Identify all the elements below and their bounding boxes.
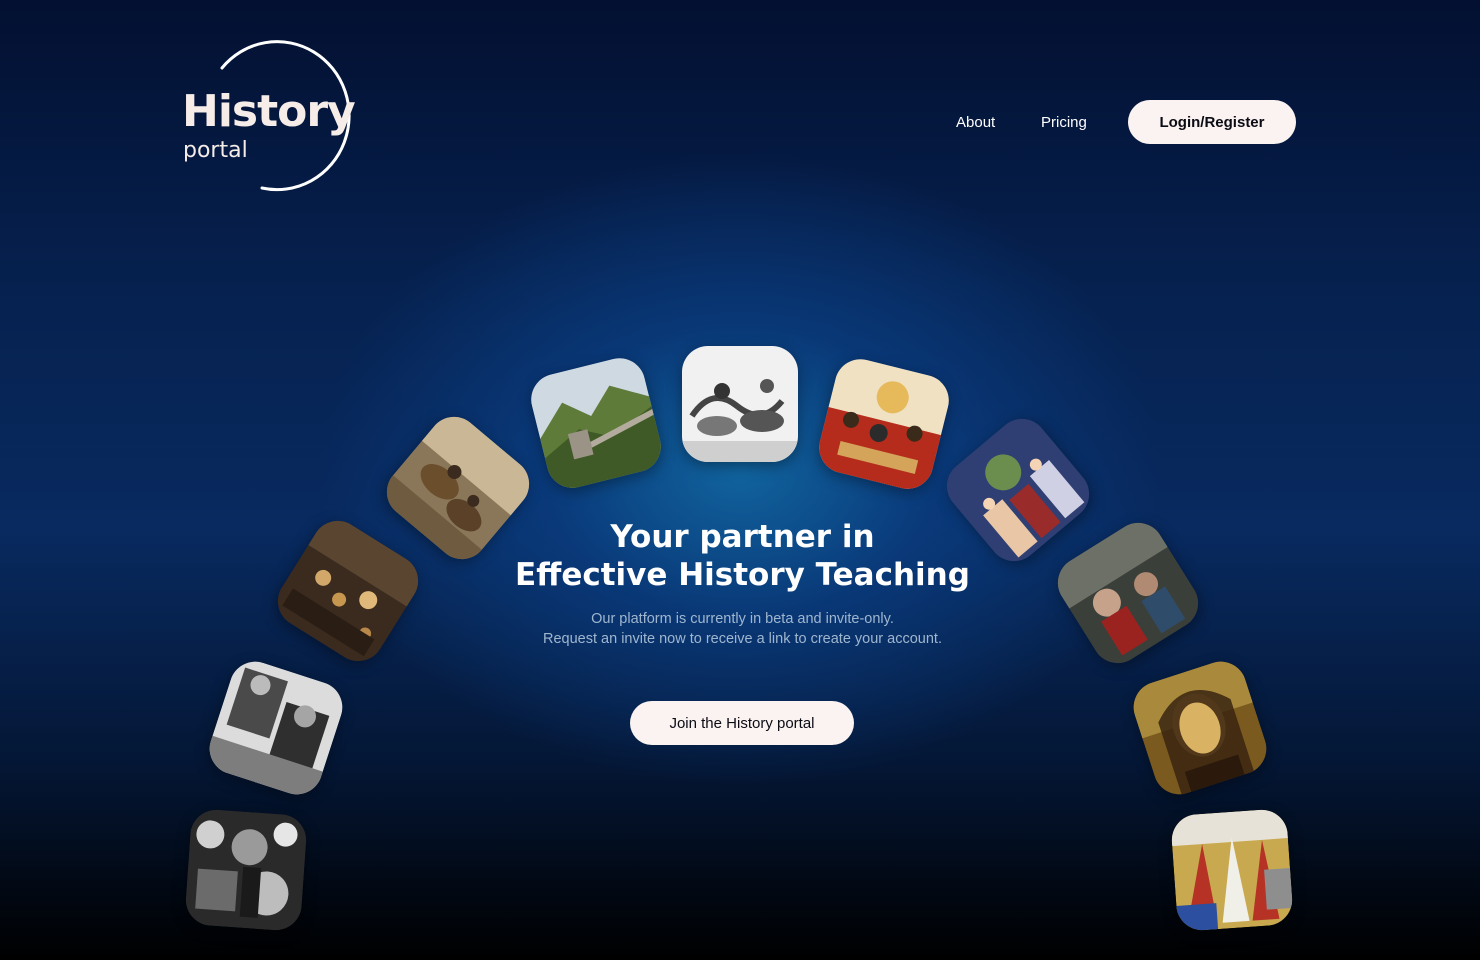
mona-lisa-image bbox=[1126, 654, 1274, 802]
hero-title: Your partner in Effective History Teachi… bbox=[440, 518, 1045, 594]
tile-cavalry-battle-engraving bbox=[682, 346, 798, 462]
tile-ww2-crowd-photo bbox=[184, 808, 308, 932]
asian-army-image bbox=[813, 353, 955, 495]
roman-arena-image bbox=[268, 511, 428, 671]
tile-procession-miniature bbox=[1170, 808, 1294, 932]
logo-subtitle: portal bbox=[183, 138, 248, 163]
logo[interactable]: History portal bbox=[182, 38, 372, 194]
ww2-crowd-image bbox=[184, 808, 308, 932]
join-portal-button[interactable]: Join the History portal bbox=[630, 701, 854, 745]
cavalry-battle-image bbox=[682, 346, 798, 462]
procession-image bbox=[1170, 808, 1294, 932]
tile-asian-army-painting bbox=[813, 353, 955, 495]
login-register-button[interactable]: Login/Register bbox=[1128, 100, 1296, 144]
tile-roman-arena-painting bbox=[268, 511, 428, 671]
hero-title-line1: Your partner in bbox=[610, 519, 875, 555]
ww2-officers-image bbox=[202, 654, 350, 802]
logo-title: History bbox=[182, 86, 356, 137]
hero-subtitle-line1: Our platform is currently in beta and in… bbox=[591, 611, 894, 627]
hero-title-line2: Effective History Teaching bbox=[515, 557, 970, 593]
renaissance-crowd-image bbox=[1048, 513, 1208, 673]
tile-great-wall-photo bbox=[525, 352, 667, 494]
top-nav: About Pricing Login/Register bbox=[940, 100, 1300, 144]
nav-about-link[interactable]: About bbox=[956, 114, 995, 131]
hero-subtitle: Our platform is currently in beta and in… bbox=[440, 609, 1045, 649]
tile-ww2-officers-photo bbox=[202, 654, 350, 802]
nav-pricing-link[interactable]: Pricing bbox=[1041, 114, 1087, 131]
tile-mona-lisa-painting bbox=[1126, 654, 1274, 802]
great-wall-image bbox=[525, 352, 667, 494]
tile-renaissance-crowd-painting bbox=[1048, 513, 1208, 673]
hero-subtitle-line2: Request an invite now to receive a link … bbox=[543, 631, 942, 647]
